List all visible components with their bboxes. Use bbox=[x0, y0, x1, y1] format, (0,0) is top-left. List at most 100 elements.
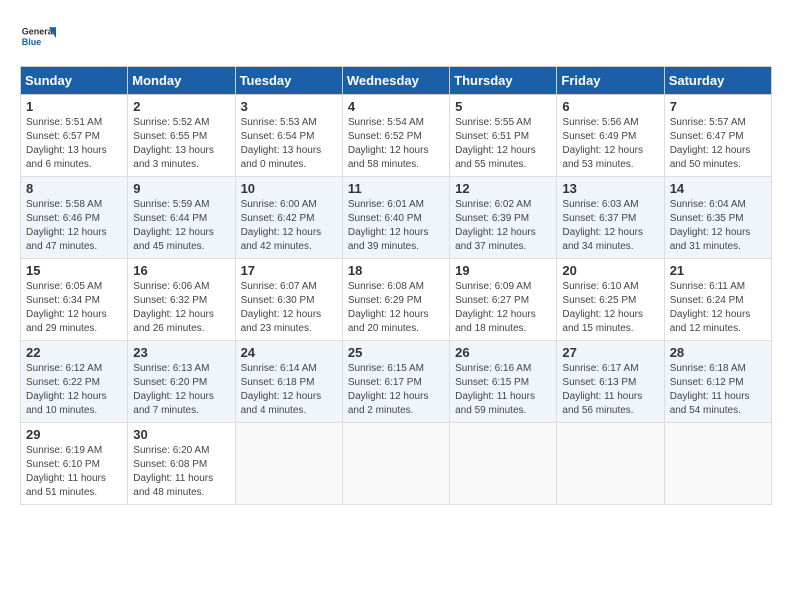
day-info: Sunrise: 6:20 AM Sunset: 6:08 PM Dayligh… bbox=[133, 444, 229, 500]
calendar-cell: 16 Sunrise: 6:06 AM Sunset: 6:32 PM Dayli… bbox=[128, 259, 235, 341]
day-number: 20 bbox=[562, 263, 658, 278]
day-number: 8 bbox=[26, 181, 122, 196]
calendar-cell: 19 Sunrise: 6:09 AM Sunset: 6:27 PM Dayli… bbox=[450, 259, 557, 341]
day-info: Sunrise: 6:07 AM Sunset: 6:30 PM Dayligh… bbox=[241, 280, 337, 336]
day-info: Sunrise: 5:55 AM Sunset: 6:51 PM Dayligh… bbox=[455, 116, 551, 172]
day-number: 28 bbox=[670, 345, 766, 360]
day-number: 1 bbox=[26, 99, 122, 114]
day-number: 5 bbox=[455, 99, 551, 114]
day-info: Sunrise: 6:04 AM Sunset: 6:35 PM Dayligh… bbox=[670, 198, 766, 254]
calendar: SundayMondayTuesdayWednesdayThursdayFrid… bbox=[20, 66, 772, 505]
day-info: Sunrise: 5:58 AM Sunset: 6:46 PM Dayligh… bbox=[26, 198, 122, 254]
calendar-cell: 15 Sunrise: 6:05 AM Sunset: 6:34 PM Dayli… bbox=[21, 259, 128, 341]
calendar-cell: 11 Sunrise: 6:01 AM Sunset: 6:40 PM Dayli… bbox=[342, 177, 449, 259]
calendar-cell: 20 Sunrise: 6:10 AM Sunset: 6:25 PM Dayli… bbox=[557, 259, 664, 341]
day-number: 15 bbox=[26, 263, 122, 278]
calendar-cell: 26 Sunrise: 6:16 AM Sunset: 6:15 PM Dayli… bbox=[450, 341, 557, 423]
calendar-cell: 22 Sunrise: 6:12 AM Sunset: 6:22 PM Dayli… bbox=[21, 341, 128, 423]
day-number: 2 bbox=[133, 99, 229, 114]
day-number: 26 bbox=[455, 345, 551, 360]
calendar-cell bbox=[450, 423, 557, 505]
weekday-header-sunday: Sunday bbox=[21, 67, 128, 95]
day-info: Sunrise: 6:16 AM Sunset: 6:15 PM Dayligh… bbox=[455, 362, 551, 418]
calendar-cell: 2 Sunrise: 5:52 AM Sunset: 6:55 PM Daylig… bbox=[128, 95, 235, 177]
calendar-cell: 25 Sunrise: 6:15 AM Sunset: 6:17 PM Dayli… bbox=[342, 341, 449, 423]
calendar-cell: 8 Sunrise: 5:58 AM Sunset: 6:46 PM Daylig… bbox=[21, 177, 128, 259]
weekday-header-tuesday: Tuesday bbox=[235, 67, 342, 95]
day-info: Sunrise: 5:51 AM Sunset: 6:57 PM Dayligh… bbox=[26, 116, 122, 172]
day-number: 25 bbox=[348, 345, 444, 360]
day-number: 7 bbox=[670, 99, 766, 114]
calendar-cell bbox=[235, 423, 342, 505]
calendar-cell: 24 Sunrise: 6:14 AM Sunset: 6:18 PM Dayli… bbox=[235, 341, 342, 423]
day-info: Sunrise: 6:14 AM Sunset: 6:18 PM Dayligh… bbox=[241, 362, 337, 418]
day-number: 30 bbox=[133, 427, 229, 442]
calendar-cell: 13 Sunrise: 6:03 AM Sunset: 6:37 PM Dayli… bbox=[557, 177, 664, 259]
day-info: Sunrise: 5:59 AM Sunset: 6:44 PM Dayligh… bbox=[133, 198, 229, 254]
calendar-cell: 21 Sunrise: 6:11 AM Sunset: 6:24 PM Dayli… bbox=[664, 259, 771, 341]
day-info: Sunrise: 6:05 AM Sunset: 6:34 PM Dayligh… bbox=[26, 280, 122, 336]
day-number: 14 bbox=[670, 181, 766, 196]
weekday-header-friday: Friday bbox=[557, 67, 664, 95]
day-number: 13 bbox=[562, 181, 658, 196]
day-number: 23 bbox=[133, 345, 229, 360]
day-info: Sunrise: 6:06 AM Sunset: 6:32 PM Dayligh… bbox=[133, 280, 229, 336]
day-number: 24 bbox=[241, 345, 337, 360]
day-info: Sunrise: 6:15 AM Sunset: 6:17 PM Dayligh… bbox=[348, 362, 444, 418]
calendar-cell: 10 Sunrise: 6:00 AM Sunset: 6:42 PM Dayli… bbox=[235, 177, 342, 259]
calendar-cell: 4 Sunrise: 5:54 AM Sunset: 6:52 PM Daylig… bbox=[342, 95, 449, 177]
day-number: 21 bbox=[670, 263, 766, 278]
day-info: Sunrise: 6:02 AM Sunset: 6:39 PM Dayligh… bbox=[455, 198, 551, 254]
day-number: 3 bbox=[241, 99, 337, 114]
day-info: Sunrise: 6:00 AM Sunset: 6:42 PM Dayligh… bbox=[241, 198, 337, 254]
day-number: 11 bbox=[348, 181, 444, 196]
day-number: 9 bbox=[133, 181, 229, 196]
calendar-cell: 18Sunrise: 6:08 AM Sunset: 6:29 PM Dayli… bbox=[342, 259, 449, 341]
day-info: Sunrise: 6:11 AM Sunset: 6:24 PM Dayligh… bbox=[670, 280, 766, 336]
day-info: Sunrise: 6:03 AM Sunset: 6:37 PM Dayligh… bbox=[562, 198, 658, 254]
calendar-cell: 23 Sunrise: 6:13 AM Sunset: 6:20 PM Dayli… bbox=[128, 341, 235, 423]
day-number: 22 bbox=[26, 345, 122, 360]
day-info: Sunrise: 6:17 AM Sunset: 6:13 PM Dayligh… bbox=[562, 362, 658, 418]
day-number: 4 bbox=[348, 99, 444, 114]
day-info: Sunrise: 6:12 AM Sunset: 6:22 PM Dayligh… bbox=[26, 362, 122, 418]
calendar-cell: 7 Sunrise: 5:57 AM Sunset: 6:47 PM Daylig… bbox=[664, 95, 771, 177]
weekday-header-monday: Monday bbox=[128, 67, 235, 95]
day-info: Sunrise: 6:19 AM Sunset: 6:10 PM Dayligh… bbox=[26, 444, 122, 500]
calendar-cell bbox=[557, 423, 664, 505]
day-info: Sunrise: 5:57 AM Sunset: 6:47 PM Dayligh… bbox=[670, 116, 766, 172]
calendar-cell: 9 Sunrise: 5:59 AM Sunset: 6:44 PM Daylig… bbox=[128, 177, 235, 259]
calendar-cell: 1 Sunrise: 5:51 AM Sunset: 6:57 PM Daylig… bbox=[21, 95, 128, 177]
calendar-cell bbox=[664, 423, 771, 505]
day-info: Sunrise: 5:53 AM Sunset: 6:54 PM Dayligh… bbox=[241, 116, 337, 172]
day-info: Sunrise: 5:54 AM Sunset: 6:52 PM Dayligh… bbox=[348, 116, 444, 172]
calendar-cell: 30 Sunrise: 6:20 AM Sunset: 6:08 PM Dayli… bbox=[128, 423, 235, 505]
day-number: 19 bbox=[455, 263, 551, 278]
svg-text:Blue: Blue bbox=[22, 37, 42, 47]
day-info: Sunrise: 6:13 AM Sunset: 6:20 PM Dayligh… bbox=[133, 362, 229, 418]
day-info: Sunrise: 5:52 AM Sunset: 6:55 PM Dayligh… bbox=[133, 116, 229, 172]
day-info: Sunrise: 6:08 AM Sunset: 6:29 PM Dayligh… bbox=[348, 280, 444, 336]
day-info: Sunrise: 6:18 AM Sunset: 6:12 PM Dayligh… bbox=[670, 362, 766, 418]
weekday-header-wednesday: Wednesday bbox=[342, 67, 449, 95]
day-number: 6 bbox=[562, 99, 658, 114]
calendar-cell: 3 Sunrise: 5:53 AM Sunset: 6:54 PM Daylig… bbox=[235, 95, 342, 177]
calendar-cell bbox=[342, 423, 449, 505]
day-info: Sunrise: 6:01 AM Sunset: 6:40 PM Dayligh… bbox=[348, 198, 444, 254]
calendar-cell: 28 Sunrise: 6:18 AM Sunset: 6:12 PM Dayli… bbox=[664, 341, 771, 423]
calendar-cell: 17Sunrise: 6:07 AM Sunset: 6:30 PM Dayli… bbox=[235, 259, 342, 341]
weekday-header-thursday: Thursday bbox=[450, 67, 557, 95]
calendar-cell: 14 Sunrise: 6:04 AM Sunset: 6:35 PM Dayli… bbox=[664, 177, 771, 259]
logo: General Blue bbox=[20, 20, 60, 56]
day-number: 16 bbox=[133, 263, 229, 278]
day-number: 10 bbox=[241, 181, 337, 196]
day-info: Sunrise: 6:10 AM Sunset: 6:25 PM Dayligh… bbox=[562, 280, 658, 336]
day-info: Sunrise: 6:09 AM Sunset: 6:27 PM Dayligh… bbox=[455, 280, 551, 336]
calendar-cell: 12 Sunrise: 6:02 AM Sunset: 6:39 PM Dayli… bbox=[450, 177, 557, 259]
calendar-cell: 6Sunrise: 5:56 AM Sunset: 6:49 PM Daylig… bbox=[557, 95, 664, 177]
calendar-cell: 27Sunrise: 6:17 AM Sunset: 6:13 PM Dayli… bbox=[557, 341, 664, 423]
day-number: 12 bbox=[455, 181, 551, 196]
weekday-header-saturday: Saturday bbox=[664, 67, 771, 95]
calendar-cell: 5 Sunrise: 5:55 AM Sunset: 6:51 PM Daylig… bbox=[450, 95, 557, 177]
day-number: 29 bbox=[26, 427, 122, 442]
